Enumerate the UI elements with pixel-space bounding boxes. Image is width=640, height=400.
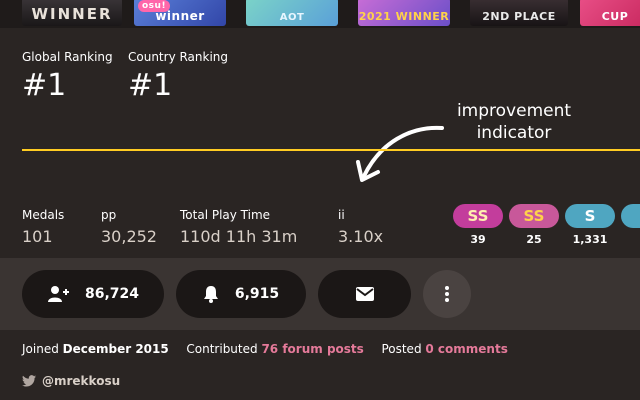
badge-text: 2ND PLACE (482, 10, 556, 23)
pp-stat: pp 30,252 (101, 208, 157, 246)
country-ranking: Country Ranking #1 (128, 50, 228, 103)
profile-info-line: Joined December 2015 Contributed 76 foru… (22, 342, 508, 356)
badge-text: 2021 WINNER (358, 10, 450, 23)
grade-s-count: 2 (621, 233, 640, 246)
vertical-dots-icon (445, 286, 449, 302)
twitter-handle: @mrekkosu (42, 374, 121, 388)
ii-value: 3.10x (338, 227, 384, 246)
grade-sh: S 1,331 (565, 204, 615, 246)
ii-stat: ii 3.10x (338, 208, 383, 246)
2021-winner-badge[interactable]: 2021 WINNER (358, 0, 450, 26)
mapping-followers-count: 6,915 (234, 286, 280, 302)
aot-winner-badge[interactable]: AOT (246, 0, 338, 26)
profile-info: Joined December 2015 Contributed 76 foru… (0, 330, 640, 400)
second-place-badge[interactable]: 2ND PLACE (470, 0, 568, 26)
grade-ssh-pill: SS (453, 204, 503, 228)
add-friend-icon (47, 285, 69, 303)
medals-label: Medals (22, 208, 65, 222)
global-ranking: Global Ranking #1 (22, 50, 113, 103)
annotation-line-1: improvement (456, 101, 572, 121)
grade-sh-pill: S (565, 204, 615, 228)
follow-button[interactable]: 86,724 (22, 270, 164, 318)
winner-badge[interactable]: WINNER (22, 0, 122, 26)
grade-ss-pill: SS (509, 204, 559, 228)
grade-s: S 2 (621, 204, 640, 246)
joined-prefix: Joined (22, 342, 59, 356)
mapping-subscribe-button[interactable]: 6,915 (176, 270, 306, 318)
grade-ssh: SS 39 (453, 204, 503, 246)
country-ranking-value: #1 (128, 68, 173, 103)
envelope-icon (355, 287, 374, 301)
medals-stat: Medals 101 (22, 208, 64, 246)
annotation-line-2: indicator (476, 123, 552, 143)
grade-ss-count: 25 (526, 233, 542, 246)
pp-label: pp (101, 208, 117, 222)
badge-text: WINNER (31, 5, 113, 23)
grade-ssh-count: 39 (470, 233, 486, 246)
global-ranking-value: #1 (22, 68, 67, 103)
bell-icon (203, 285, 219, 303)
curved-arrow-icon (356, 125, 444, 182)
badge-text: CUP (601, 10, 629, 23)
pp-value: 30,252 (101, 227, 157, 246)
joined-date: December 2015 (62, 342, 169, 356)
country-ranking-label: Country Ranking (128, 50, 229, 64)
cup-winner-badge[interactable]: CUP (580, 0, 640, 26)
action-bar: 86,724 6,915 (0, 258, 640, 330)
followers-count: 86,724 (84, 286, 140, 302)
badge-strip: WINNER osu! winner AOT 2021 WINNER 2ND P… (0, 0, 640, 28)
twitter-link[interactable]: @mrekkosu (22, 374, 120, 388)
rank-history-line (22, 149, 640, 151)
grade-s-pill: S (621, 204, 640, 228)
contributed-prefix: Contributed (186, 342, 258, 356)
medals-value: 101 (22, 227, 53, 246)
osu-winner-badge[interactable]: osu! winner (134, 0, 226, 26)
posted-prefix: Posted (381, 342, 422, 356)
ii-label: ii (338, 208, 345, 222)
more-options-button[interactable] (423, 270, 471, 318)
playtime-value: 110d 11h 31m (180, 227, 298, 246)
osu-logo: osu! (138, 0, 171, 12)
badge-text: AOT (279, 12, 305, 23)
grade-ss: SS 25 (509, 204, 559, 246)
message-button[interactable] (318, 270, 411, 318)
grade-sh-count: 1,331 (572, 233, 608, 246)
twitter-icon (22, 375, 36, 387)
playtime-label: Total Play Time (180, 208, 271, 222)
playtime-stat: Total Play Time 110d 11h 31m (180, 208, 297, 246)
comments-link[interactable]: 0 comments (425, 342, 507, 356)
improvement-annotation: improvement indicator (444, 100, 584, 144)
global-ranking-label: Global Ranking (22, 50, 113, 64)
forum-posts-link[interactable]: 76 forum posts (261, 342, 363, 356)
